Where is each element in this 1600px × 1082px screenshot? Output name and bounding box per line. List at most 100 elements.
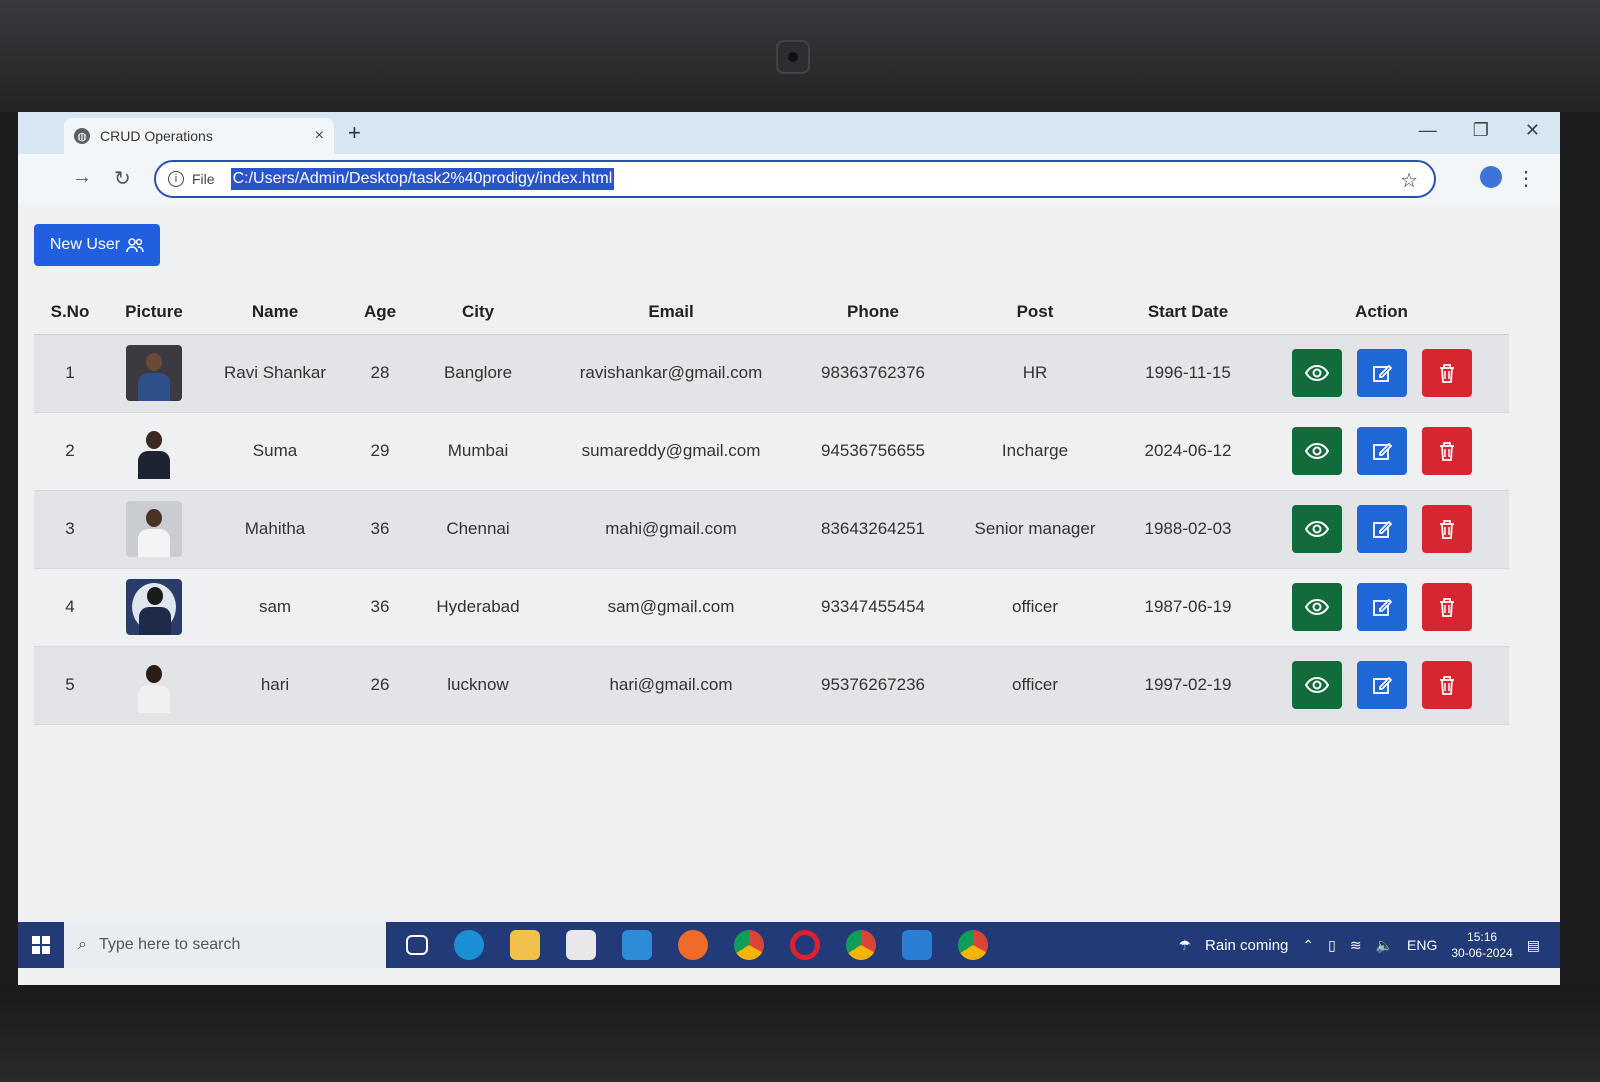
language-indicator[interactable]: ENG [1407, 937, 1437, 953]
info-icon[interactable]: i [168, 171, 184, 187]
cell-picture [106, 490, 202, 569]
cell-email: ravishankar@gmail.com [544, 334, 798, 413]
tab-title: CRUD Operations [100, 128, 213, 144]
cell-city: Hyderabad [412, 568, 544, 647]
chrome-profile-icon[interactable] [846, 930, 876, 960]
forward-icon[interactable]: → [72, 166, 92, 189]
clock[interactable]: 15:16 30-06-2024 [1451, 929, 1512, 961]
cell-phone: 83643264251 [798, 490, 948, 569]
tab-close-icon[interactable]: × [315, 127, 324, 145]
system-tray: ☂ Rain coming ⌃ ▯ ≋ 🔈 ENG 15:16 30-06-20… [1178, 922, 1540, 968]
address-bar[interactable]: i File C:/Users/Admin/Desktop/task2%40pr… [154, 160, 1436, 198]
edge-icon[interactable] [454, 930, 484, 960]
view-button[interactable] [1291, 583, 1342, 631]
header-city: City [412, 290, 544, 335]
edit-button[interactable] [1356, 505, 1407, 553]
edit-icon [1372, 598, 1392, 616]
new-user-label: New User [49, 236, 121, 253]
edit-icon [1372, 676, 1392, 694]
url-text[interactable]: C:/Users/Admin/Desktop/task2%40prodigy/i… [230, 168, 615, 190]
cell-age: 36 [348, 568, 412, 647]
view-button[interactable] [1291, 427, 1342, 475]
delete-button[interactable] [1421, 661, 1472, 709]
chrome-icon[interactable] [734, 930, 764, 960]
cell-start-date: 1987-06-19 [1122, 568, 1254, 647]
chrome-active-icon[interactable] [958, 930, 988, 960]
cell-name: Mahitha [202, 490, 348, 569]
users-icon [126, 238, 144, 253]
file-explorer-icon[interactable] [510, 930, 540, 960]
delete-button[interactable] [1421, 505, 1472, 553]
edit-button[interactable] [1356, 349, 1407, 397]
table-row: 1 Ravi Shankar 28 Banglore ravishankar@g… [34, 334, 1509, 413]
eye-icon [1304, 677, 1329, 693]
mail-icon[interactable] [622, 930, 652, 960]
delete-button[interactable] [1421, 349, 1472, 397]
avatar [126, 657, 182, 713]
table-row: 4 sam 36 Hyderabad sam@gmail.com 9334745… [34, 568, 1509, 647]
eye-icon [1304, 599, 1329, 615]
view-button[interactable] [1291, 505, 1342, 553]
users-table: S.No Picture Name Age City Email Phone P… [34, 290, 1509, 725]
avatar [126, 345, 182, 401]
view-button[interactable] [1291, 349, 1342, 397]
restore-icon[interactable]: ❐ [1473, 120, 1489, 141]
laptop-bezel-bottom [0, 985, 1600, 1082]
wifi-icon[interactable]: ≋ [1350, 937, 1362, 954]
webcam [776, 40, 810, 74]
bookmark-star-icon[interactable]: ☆ [1400, 168, 1418, 193]
task-view-icon[interactable] [406, 935, 428, 955]
cell-phone: 94536756655 [798, 412, 948, 491]
cell-email: sumareddy@gmail.com [544, 412, 798, 491]
trash-icon [1439, 598, 1454, 617]
cell-post: Incharge [948, 412, 1122, 491]
volume-icon[interactable]: 🔈 [1376, 937, 1393, 954]
close-window-icon[interactable]: ✕ [1525, 120, 1540, 141]
chevron-up-icon[interactable]: ⌃ [1302, 937, 1314, 954]
cell-action [1254, 490, 1509, 569]
more-menu-icon[interactable]: ⋮ [1516, 166, 1536, 191]
cell-sno: 1 [34, 334, 106, 413]
cell-age: 28 [348, 334, 412, 413]
view-button[interactable] [1291, 661, 1342, 709]
cell-city: Chennai [412, 490, 544, 569]
minimize-icon[interactable]: — [1419, 120, 1437, 141]
cell-action [1254, 334, 1509, 413]
header-picture: Picture [106, 290, 202, 335]
header-sno: S.No [34, 290, 106, 335]
delete-button[interactable] [1421, 583, 1472, 631]
cell-email: sam@gmail.com [544, 568, 798, 647]
opera-icon[interactable] [790, 930, 820, 960]
reload-icon[interactable]: ↻ [114, 166, 131, 191]
table-row: 3 Mahitha 36 Chennai mahi@gmail.com 8364… [34, 490, 1509, 569]
edit-button[interactable] [1356, 661, 1407, 709]
trash-icon [1439, 364, 1454, 383]
edit-icon [1372, 442, 1392, 460]
tab-bar: ◍ CRUD Operations × + — ❐ ✕ [18, 112, 1560, 154]
store-icon[interactable] [566, 930, 596, 960]
tab-crud-operations[interactable]: ◍ CRUD Operations × [64, 118, 334, 154]
firefox-icon[interactable] [678, 930, 708, 960]
vscode-icon[interactable] [902, 930, 932, 960]
edit-button[interactable] [1356, 583, 1407, 631]
cell-email: hari@gmail.com [544, 646, 798, 725]
address-bar-row: → ↻ i File C:/Users/Admin/Desktop/task2%… [18, 154, 1560, 204]
cell-start-date: 1988-02-03 [1122, 490, 1254, 569]
new-user-button[interactable]: New User [34, 224, 160, 266]
new-tab-button[interactable]: + [348, 120, 361, 146]
edit-button[interactable] [1356, 427, 1407, 475]
cell-sno: 4 [34, 568, 106, 647]
weather-text[interactable]: Rain coming [1205, 937, 1288, 954]
delete-button[interactable] [1421, 427, 1472, 475]
battery-icon[interactable]: ▯ [1328, 937, 1336, 954]
cell-post: officer [948, 568, 1122, 647]
cell-sno: 2 [34, 412, 106, 491]
windows-start-icon[interactable] [18, 922, 64, 968]
notifications-icon[interactable]: ▤ [1527, 937, 1540, 954]
search-placeholder: Type here to search [98, 936, 241, 953]
header-phone: Phone [798, 290, 948, 335]
profile-icon[interactable] [1480, 166, 1502, 188]
cell-name: Ravi Shankar [202, 334, 348, 413]
taskbar-search[interactable]: ⌕ Type here to search [64, 922, 386, 968]
clock-time: 15:16 [1467, 930, 1498, 944]
